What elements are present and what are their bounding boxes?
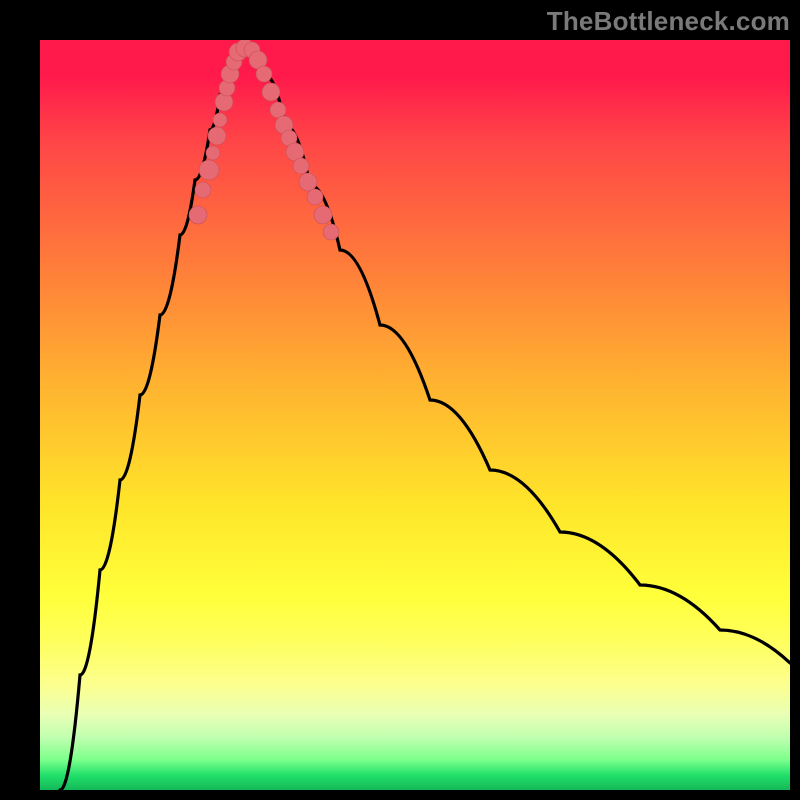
data-marker (256, 66, 272, 82)
data-marker (213, 113, 227, 127)
chart-frame: TheBottleneck.com (0, 0, 800, 800)
marker-group (189, 40, 339, 240)
data-marker (199, 160, 219, 180)
attribution-text: TheBottleneck.com (547, 6, 790, 37)
curve-layer (40, 40, 790, 790)
data-marker (293, 158, 309, 174)
data-marker (270, 102, 286, 118)
data-marker (195, 182, 211, 198)
data-marker (189, 206, 207, 224)
data-marker (208, 127, 226, 145)
data-marker (206, 146, 220, 160)
data-marker (299, 173, 317, 191)
data-marker (307, 189, 323, 205)
right-branch-curve (252, 50, 790, 663)
data-marker (323, 224, 339, 240)
plot-area (40, 40, 790, 790)
data-marker (262, 83, 280, 101)
data-marker (314, 206, 332, 224)
